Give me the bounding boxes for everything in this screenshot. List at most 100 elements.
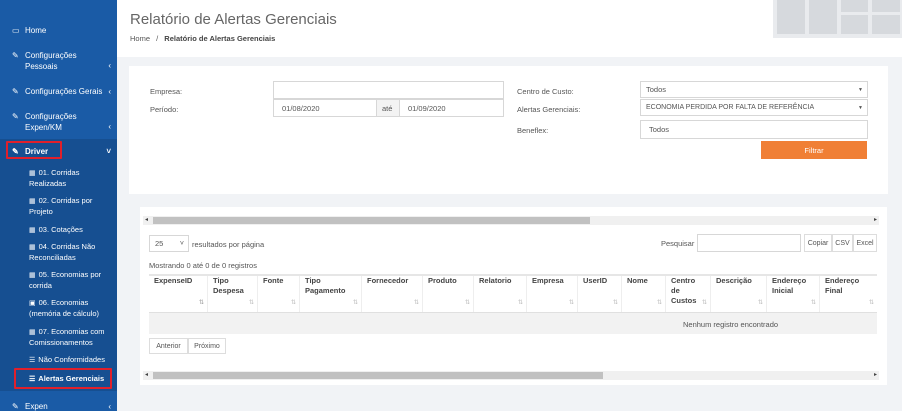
periodo-start-input[interactable]: 01/08/2020 bbox=[273, 99, 377, 117]
periodo-end-input[interactable]: 01/09/2020 bbox=[399, 99, 504, 117]
monitor-icon: ▭ bbox=[12, 26, 20, 35]
sidebar-subitem-corridas-nao-reconciliadas[interactable]: ▦ 04. Corridas Não Reconciliadas bbox=[0, 242, 117, 263]
sort-icon: ⇅ bbox=[413, 300, 419, 306]
breadcrumb-home[interactable]: Home bbox=[130, 34, 150, 43]
column-header-expenseid[interactable]: ExpenseID ⇅ bbox=[149, 276, 208, 312]
column-header-tipo-pagamento[interactable]: Tipo Pagamento ⇅ bbox=[300, 276, 362, 312]
dropdown-arrow-icon: ▼ bbox=[858, 86, 863, 93]
search-input[interactable] bbox=[697, 234, 801, 252]
breadcrumb: Home / Relatório de Alertas Gerenciais bbox=[130, 34, 275, 43]
tile bbox=[809, 0, 837, 34]
empresa-label: Empresa: bbox=[150, 87, 183, 96]
sidebar-item-label: Configurações Gerais bbox=[25, 87, 103, 96]
scrollbar-thumb[interactable] bbox=[153, 217, 590, 224]
edit-icon: ✎ bbox=[12, 51, 19, 60]
bottom-horizontal-scrollbar[interactable]: ◂ ▸ bbox=[143, 371, 879, 380]
chevron-left-icon: ‹ bbox=[108, 122, 111, 131]
column-header-fornecedor[interactable]: Fornecedor ⇅ bbox=[362, 276, 423, 312]
column-header-endereco-inicial[interactable]: Endereço Inicial ⇅ bbox=[767, 276, 820, 312]
column-header-tipo-despesa[interactable]: Tipo Despesa ⇅ bbox=[208, 276, 258, 312]
periodo-label: Período: bbox=[150, 105, 179, 114]
beneflex-input[interactable]: Todos bbox=[640, 120, 868, 139]
previous-button[interactable]: Anterior bbox=[149, 338, 188, 354]
report-icon: ▦ bbox=[29, 244, 36, 251]
sidebar: ▭ Home ✎ Configurações Pessoais ‹ ✎ Conf… bbox=[0, 0, 117, 411]
tile bbox=[777, 0, 805, 34]
sort-asc-icon: ⇅ bbox=[198, 300, 204, 306]
sidebar-subitem-cotacoes[interactable]: ▦ 03. Cotações bbox=[0, 225, 117, 236]
sidebar-subitem-corridas-realizadas[interactable]: ▦ 01. Corridas Realizadas bbox=[0, 168, 117, 189]
centro-custo-select[interactable]: Todos ▼ bbox=[640, 81, 868, 98]
chevron-down-icon: ˅ bbox=[179, 240, 184, 247]
column-header-label: Relatorio bbox=[479, 276, 512, 285]
column-header-userid[interactable]: UserID ⇅ bbox=[578, 276, 622, 312]
column-header-label: Endereço Inicial bbox=[772, 276, 807, 295]
column-header-empresa[interactable]: Empresa ⇅ bbox=[527, 276, 578, 312]
sidebar-subitem-label: 06. Economias (memória de cálculo) bbox=[29, 298, 100, 318]
sort-icon: ⇅ bbox=[612, 300, 618, 306]
sidebar-item-home[interactable]: ▭ Home bbox=[0, 25, 117, 36]
column-header-centro-de-custos[interactable]: Centro de Custos ⇅ bbox=[666, 276, 711, 312]
column-header-label: Centro de Custos bbox=[671, 276, 697, 305]
csv-button[interactable]: CSV bbox=[832, 234, 853, 252]
sidebar-item-expen[interactable]: ✎ Expen ‹ bbox=[0, 401, 117, 411]
edit-icon: ✎ bbox=[12, 87, 19, 96]
filter-button[interactable]: Filtrar bbox=[761, 141, 867, 159]
sidebar-item-label: Configurações Expen/KM bbox=[25, 112, 77, 132]
edit-icon: ✎ bbox=[12, 402, 19, 411]
sidebar-subitem-economias-memoria[interactable]: ▣ 06. Economias (memória de cálculo) bbox=[0, 298, 117, 319]
chevron-left-icon: ‹ bbox=[108, 61, 111, 70]
tile bbox=[841, 0, 868, 12]
column-header-label: Tipo Pagamento bbox=[305, 276, 346, 295]
ate-addon: até bbox=[376, 99, 400, 117]
sidebar-item-configuracoes-gerais[interactable]: ✎ Configurações Gerais ‹ bbox=[0, 86, 117, 97]
next-button[interactable]: Próximo bbox=[188, 338, 226, 354]
scrollbar-thumb[interactable] bbox=[153, 372, 603, 379]
column-header-fonte[interactable]: Fonte ⇅ bbox=[258, 276, 300, 312]
empresa-input[interactable] bbox=[273, 81, 504, 99]
sidebar-item-configuracoes-pessoais[interactable]: ✎ Configurações Pessoais ‹ bbox=[0, 50, 117, 72]
sidebar-subitem-label: 02. Corridas por Projeto bbox=[29, 196, 93, 216]
alertas-gerenciais-value: ECONOMIA PERDIDA POR FALTA DE REFERÊNCIA bbox=[646, 104, 815, 111]
column-header-label: Nome bbox=[627, 276, 648, 285]
breadcrumb-current: Relatório de Alertas Gerenciais bbox=[164, 34, 276, 43]
search-label: Pesquisar bbox=[661, 239, 695, 248]
beneflex-label: Beneflex: bbox=[517, 126, 549, 135]
page-size-select[interactable]: 25 ˅ bbox=[149, 235, 189, 252]
column-header-relatorio[interactable]: Relatorio ⇅ bbox=[474, 276, 527, 312]
scroll-right-icon[interactable]: ▸ bbox=[874, 371, 877, 380]
copy-button[interactable]: Copiar bbox=[804, 234, 832, 252]
sort-icon: ⇅ bbox=[810, 300, 816, 306]
sidebar-subitem-economias-comissionamentos[interactable]: ▦ 07. Economias com Comissionamentos bbox=[0, 327, 117, 348]
alertas-gerenciais-label: Alertas Gerenciais: bbox=[517, 105, 581, 114]
scroll-left-icon[interactable]: ◂ bbox=[145, 216, 148, 225]
column-header-descricao[interactable]: Descrição ⇅ bbox=[711, 276, 767, 312]
column-header-label: Descrição bbox=[716, 276, 752, 285]
column-header-label: Tipo Despesa bbox=[213, 276, 244, 295]
page-size-value: 25 bbox=[155, 239, 164, 248]
alertas-gerenciais-select[interactable]: ECONOMIA PERDIDA POR FALTA DE REFERÊNCIA… bbox=[640, 99, 868, 116]
column-header-endereco-final[interactable]: Endereço Final ⇅ bbox=[820, 276, 877, 312]
page-title: Relatório de Alertas Gerenciais bbox=[130, 11, 337, 28]
scroll-right-icon[interactable]: ▸ bbox=[874, 216, 877, 225]
sidebar-subitem-nao-conformidades[interactable]: ☰ Não Conformidades bbox=[0, 355, 117, 366]
report-icon: ▦ bbox=[29, 329, 36, 336]
column-header-nome[interactable]: Nome ⇅ bbox=[622, 276, 666, 312]
alertas-highlight-box bbox=[14, 368, 112, 389]
top-horizontal-scrollbar[interactable]: ◂ ▸ bbox=[143, 216, 879, 225]
tile bbox=[872, 15, 900, 34]
sidebar-subitem-label: 07. Economias com Comissionamentos bbox=[29, 327, 105, 347]
sidebar-subitem-economias-por-corrida[interactable]: ▦ 05. Economias por corrida bbox=[0, 270, 117, 291]
report-icon: ▦ bbox=[29, 272, 36, 279]
sort-icon: ⇅ bbox=[464, 300, 470, 306]
sidebar-item-configuracoes-expen-km[interactable]: ✎ Configurações Expen/KM ‹ bbox=[0, 111, 117, 133]
scroll-left-icon[interactable]: ◂ bbox=[145, 371, 148, 380]
excel-button[interactable]: Excel bbox=[853, 234, 877, 252]
table-info: Mostrando 0 até 0 de 0 registros bbox=[149, 261, 257, 270]
sidebar-subitem-label: 04. Corridas Não Reconciliadas bbox=[29, 242, 96, 262]
sort-icon: ⇅ bbox=[248, 300, 254, 306]
chevron-left-icon: ‹ bbox=[108, 87, 111, 96]
sidebar-subitem-corridas-por-projeto[interactable]: ▦ 02. Corridas por Projeto bbox=[0, 196, 117, 217]
sidebar-subitem-label: 01. Corridas Realizadas bbox=[29, 168, 80, 188]
column-header-produto[interactable]: Produto ⇅ bbox=[423, 276, 474, 312]
